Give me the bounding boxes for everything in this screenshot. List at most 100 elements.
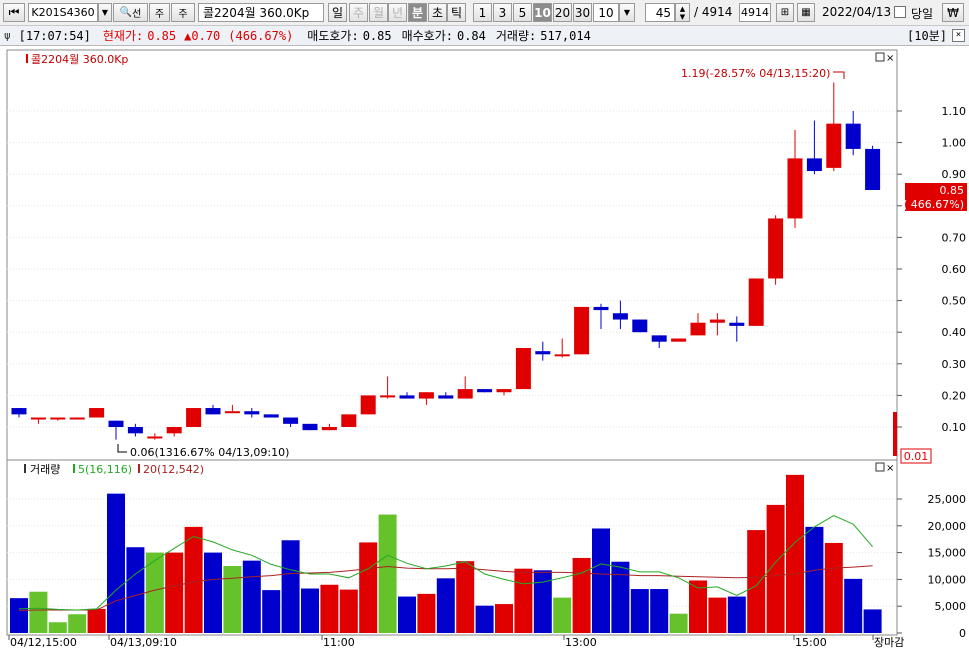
vol-close-icon[interactable]: × (886, 463, 894, 474)
minute-select[interactable]: 10 (593, 3, 619, 22)
candle-body (515, 348, 531, 390)
search-icon: 🔍 (119, 7, 133, 18)
change-percent: (466.67%) (228, 28, 294, 43)
volume-tick-label: 5,000 (935, 600, 967, 613)
candle-body (166, 427, 182, 434)
candle-body (418, 392, 434, 399)
candle-body (186, 408, 202, 427)
candle-body (806, 158, 822, 172)
price-tick-label: 0.50 (942, 295, 967, 308)
won-icon[interactable]: ₩ (942, 3, 964, 22)
period-tab-4[interactable]: 분 (408, 3, 427, 22)
current-price-box-value: 0.85 (940, 184, 965, 197)
candle-body (865, 148, 881, 190)
volume-bar (320, 584, 339, 633)
volume-bar (68, 614, 87, 633)
volume-bar (727, 596, 746, 633)
volume-bar (398, 596, 416, 633)
volume-bar (107, 493, 125, 633)
price-tick-label: 0.40 (942, 326, 967, 339)
calendar-icon[interactable]: ▦ (797, 3, 815, 22)
volume-bar (456, 561, 475, 633)
x-tick-label: 13:00 (565, 636, 597, 648)
today-checkbox[interactable] (894, 6, 906, 18)
candle-body (709, 319, 725, 323)
code-dropdown-icon[interactable]: ▼ (98, 3, 112, 22)
search-button[interactable]: 🔍 선 (113, 3, 148, 22)
price-close-icon[interactable]: × (886, 53, 894, 64)
candle-body (496, 389, 512, 393)
candle-body (748, 278, 764, 326)
candle-body (244, 411, 260, 415)
ask-label: 매도호가: (307, 29, 359, 43)
minute-option-10[interactable]: 10 (533, 3, 552, 22)
candle-body (535, 351, 551, 355)
minute-option-3[interactable]: 3 (493, 3, 512, 22)
price-maximize-icon[interactable] (875, 52, 885, 62)
candle-body (399, 395, 415, 399)
candle-body (768, 218, 784, 279)
candle-body (224, 411, 240, 414)
candle-body (593, 306, 609, 311)
minute-option-30[interactable]: 30 (573, 3, 592, 22)
candle-body (127, 427, 143, 434)
candle-body (632, 319, 648, 333)
candle-body (612, 313, 628, 320)
volume-bar (301, 588, 319, 633)
minute-option-20[interactable]: 20 (553, 3, 572, 22)
current-price-label: 현재가: (102, 29, 144, 43)
volume-bar (281, 540, 300, 633)
minute-option-1[interactable]: 1 (473, 3, 492, 22)
total-label: / 4914 (694, 5, 733, 19)
count-stepper[interactable]: ▲ ▼ (675, 3, 690, 22)
candle-body (108, 420, 124, 427)
price-tick-label: 0.30 (942, 358, 967, 371)
volume-bar (242, 560, 261, 633)
period-tab-5[interactable]: 초 (428, 3, 447, 22)
vol-maximize-icon[interactable] (875, 462, 885, 472)
volume-bar (708, 597, 727, 633)
close-icon[interactable]: × (952, 29, 965, 42)
count-input[interactable]: 45 (645, 3, 675, 22)
candle-body (302, 423, 318, 431)
candle-body (380, 395, 396, 398)
price-tick-label: 0.10 (942, 421, 967, 434)
add-icon[interactable]: ⊞ (776, 3, 794, 22)
refresh-button[interactable]: 주 (149, 3, 170, 22)
period-tab-1[interactable]: 주 (349, 3, 368, 22)
volume-bar (572, 557, 591, 633)
volume-bar (824, 542, 843, 633)
candle-body (321, 427, 337, 431)
last-price-box-value: 0.01 (904, 450, 929, 463)
pin-icon[interactable]: ψ (4, 29, 11, 42)
info-bar: ψ [17:07:54] 현재가: 0.85 ▲0.70 (466.67%) 매… (0, 26, 969, 46)
period-tab-3[interactable]: 년 (388, 3, 407, 22)
candle-body (263, 414, 279, 418)
minute-option-5[interactable]: 5 (513, 3, 532, 22)
volume-tick-label: 25,000 (928, 493, 967, 506)
bid-value: 0.84 (456, 28, 486, 43)
minute-dropdown-icon[interactable]: ▼ (619, 3, 635, 22)
period-tab-2[interactable]: 월 (369, 3, 388, 22)
volume-bar (844, 578, 863, 633)
price-volume-chart[interactable]: 1.101.000.900.800.700.600.500.400.300.20… (0, 46, 969, 649)
candle-body (205, 408, 221, 415)
volume-bar (339, 589, 358, 633)
volume-bar (87, 608, 106, 633)
volume-label: 거래량: (495, 29, 537, 43)
candle-body (89, 408, 105, 418)
option-button[interactable]: 주 (171, 3, 195, 22)
price-tick-label: 0.60 (942, 263, 967, 276)
first-page-icon[interactable]: ⏮ (3, 3, 25, 22)
date-label: 2022/04/13 (822, 5, 892, 19)
volume-tick-label: 10,000 (928, 573, 967, 586)
code-input[interactable]: K201S4360 (28, 3, 98, 22)
time-label: [17:07:54] (18, 28, 91, 43)
period-tab-0[interactable]: 일 (328, 3, 347, 22)
item-name-field[interactable]: 콜2204월 360.0Kp (198, 3, 324, 22)
candle-body (360, 395, 376, 415)
vol-title-marker (24, 464, 26, 473)
volume-bar (592, 528, 610, 633)
candle-body (147, 436, 163, 439)
period-tab-6[interactable]: 틱 (447, 3, 466, 22)
